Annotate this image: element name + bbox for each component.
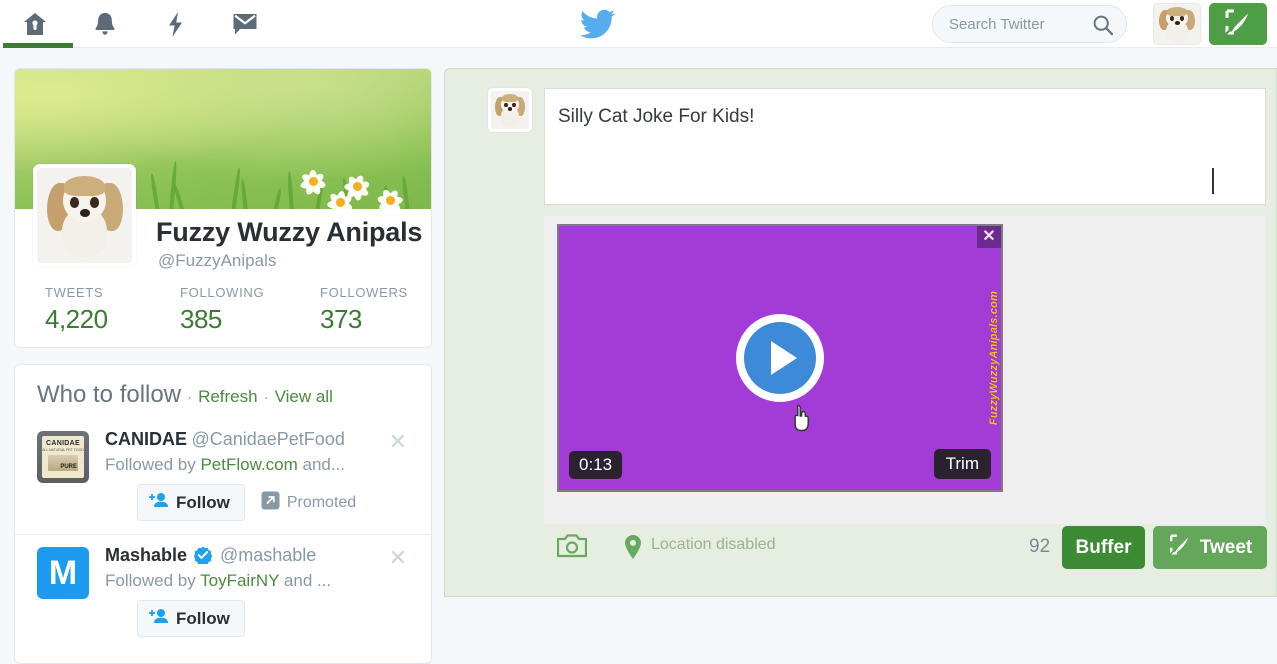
list-item: M Mashable @mashable Followed by ToyFair… xyxy=(15,534,431,644)
suggestion-actions: Follow xyxy=(137,600,245,637)
search-box[interactable] xyxy=(932,5,1127,43)
compose-tweet-button[interactable] xyxy=(1209,3,1267,45)
quill-compose-icon xyxy=(1223,8,1253,41)
stat-label: FOLLOWERS xyxy=(320,285,408,300)
nav-moments-button[interactable] xyxy=(140,0,210,48)
follow-button-label: Follow xyxy=(176,492,230,512)
mouse-pointer-cursor xyxy=(791,404,813,432)
buffer-button[interactable]: Buffer xyxy=(1062,526,1145,569)
stat-value: 373 xyxy=(320,304,362,334)
nav-messages-button[interactable] xyxy=(210,0,280,48)
home-icon xyxy=(22,12,48,37)
tweet-button-label: Tweet xyxy=(1199,536,1253,558)
stat-value: 4,220 xyxy=(45,304,108,334)
location-pin-icon[interactable] xyxy=(624,534,642,565)
character-counter: 92 xyxy=(1029,536,1051,557)
bell-icon xyxy=(93,11,117,37)
composer-avatar xyxy=(487,87,533,133)
stat-label: TWEETS xyxy=(45,285,104,300)
profile-card: Fuzzy Wuzzy Anipals @FuzzyAnipals TWEETS… xyxy=(14,68,432,348)
top-navigation-bar xyxy=(0,0,1277,48)
close-icon[interactable]: ✕ xyxy=(389,431,407,453)
profile-display-name: Fuzzy Wuzzy Anipals xyxy=(156,217,423,247)
avatar-image xyxy=(37,168,132,263)
close-icon[interactable]: ✕ xyxy=(977,226,1001,248)
avatar-image xyxy=(491,91,529,129)
stat-tweets[interactable]: TWEETS 4,220 xyxy=(15,285,150,335)
nav-notifications-button[interactable] xyxy=(70,0,140,48)
video-watermark: FuzzyWuzzyAnipals.com xyxy=(988,290,1000,426)
profile-stats: TWEETS 4,220 FOLLOWING 385 FOLLOWERS 373 xyxy=(15,285,431,335)
follow-button[interactable]: Follow xyxy=(137,600,245,637)
suggestion-name: CANIDAE xyxy=(105,429,188,449)
play-icon[interactable] xyxy=(736,314,824,402)
followed-by-text: Followed by PetFlow.com and... xyxy=(105,455,345,475)
list-item: CANIDAE ALL NATURAL PET FOOD PURE CANIDA… xyxy=(15,419,431,534)
followed-by-name[interactable]: ToyFairNY xyxy=(200,571,279,590)
trim-button[interactable]: Trim xyxy=(933,449,991,479)
followed-by-text: Followed by ToyFairNY and ... xyxy=(105,571,331,591)
nav-home-button[interactable] xyxy=(0,0,73,48)
canidae-brand-avatar[interactable]: CANIDAE ALL NATURAL PET FOOD PURE xyxy=(37,431,89,483)
promoted-indicator: Promoted xyxy=(261,491,356,515)
active-tab-indicator xyxy=(3,43,73,48)
close-icon[interactable]: ✕ xyxy=(389,547,407,569)
nav-icon-group xyxy=(0,0,280,48)
separator-dot: · xyxy=(187,389,193,406)
profile-picture[interactable] xyxy=(33,164,136,267)
followed-by-name[interactable]: PetFlow.com xyxy=(200,455,297,474)
suggestion-handle: @mashable xyxy=(219,545,317,565)
text-cursor xyxy=(1212,168,1214,194)
followed-suffix: and ... xyxy=(283,571,332,590)
profile-handle: @FuzzyAnipals xyxy=(158,251,277,270)
nav-profile-avatar[interactable] xyxy=(1153,3,1201,45)
tweet-composer-panel: ✕ FuzzyWuzzyAnipals.com 0:13 Trim xyxy=(444,68,1277,597)
refresh-link[interactable]: Refresh xyxy=(198,387,258,407)
person-add-icon xyxy=(149,608,169,629)
suggestion-identity[interactable]: Mashable @mashable xyxy=(105,545,316,569)
tweet-button[interactable]: Tweet xyxy=(1153,526,1267,569)
stat-following[interactable]: FOLLOWING 385 xyxy=(150,285,290,335)
bolt-icon xyxy=(167,11,184,38)
stat-value: 385 xyxy=(180,304,222,334)
tweet-textarea[interactable] xyxy=(545,89,1265,204)
search-input[interactable] xyxy=(949,7,1079,41)
who-to-follow-header: Who to follow · Refresh · View all xyxy=(15,365,431,419)
mashable-m-avatar[interactable]: M xyxy=(37,547,89,599)
tweet-text-field[interactable] xyxy=(544,88,1266,205)
envelope-icon xyxy=(232,12,258,36)
media-attachment-area: ✕ FuzzyWuzzyAnipals.com 0:13 Trim xyxy=(544,216,1266,524)
suggestion-identity[interactable]: CANIDAE @CanidaePetFood xyxy=(105,429,345,450)
video-preview[interactable]: ✕ FuzzyWuzzyAnipals.com 0:13 Trim xyxy=(557,224,1003,492)
followed-prefix: Followed by xyxy=(105,455,196,474)
quill-compose-icon xyxy=(1168,533,1192,562)
view-all-link[interactable]: View all xyxy=(275,387,333,407)
suggestion-name: Mashable xyxy=(105,545,188,565)
stat-followers[interactable]: FOLLOWERS 373 xyxy=(290,285,408,335)
follow-button-label: Follow xyxy=(176,608,230,628)
suggestion-actions: Follow Promoted xyxy=(137,484,356,521)
follow-button[interactable]: Follow xyxy=(137,484,245,521)
verified-badge-icon xyxy=(193,546,213,569)
camera-icon[interactable] xyxy=(556,534,588,563)
followed-suffix: and... xyxy=(302,455,346,474)
promoted-arrow-icon xyxy=(261,491,280,515)
promoted-label: Promoted xyxy=(286,493,357,511)
stat-label: FOLLOWING xyxy=(180,285,265,300)
location-status-label: Location disabled xyxy=(651,536,776,553)
twitter-bird-logo[interactable] xyxy=(580,9,616,39)
separator-dot: · xyxy=(263,389,269,406)
video-duration-badge: 0:13 xyxy=(569,451,623,479)
who-to-follow-title: Who to follow xyxy=(37,381,182,408)
followed-prefix: Followed by xyxy=(105,571,196,590)
left-sidebar: Fuzzy Wuzzy Anipals @FuzzyAnipals TWEETS… xyxy=(14,68,432,664)
search-icon[interactable] xyxy=(1092,14,1114,36)
person-add-icon xyxy=(149,492,169,513)
suggestion-handle: @CanidaePetFood xyxy=(191,429,345,449)
avatar-image xyxy=(1154,4,1200,44)
who-to-follow-card: Who to follow · Refresh · View all CANID… xyxy=(14,364,432,664)
